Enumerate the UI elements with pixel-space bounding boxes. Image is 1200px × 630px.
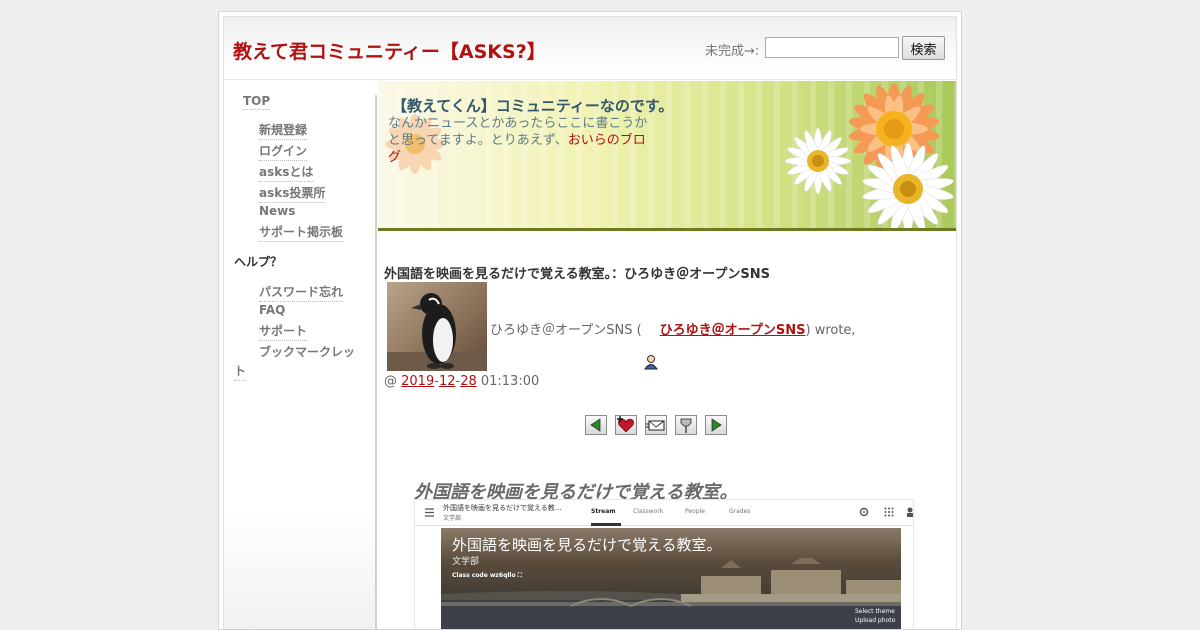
sidebar-item-about[interactable]: asksとは [259,163,314,182]
date-prefix: @ [384,374,402,389]
banner-daisy-large [862,142,954,228]
banner: 【教えてくん】コミュニティーなのです。 なんかニュースとかあったらここに書こうか… [378,81,956,231]
search-input[interactable] [765,37,899,58]
date-time: 01:13:00 [476,374,540,389]
sidebar: TOP 新規登録 ログイン asksとは asks投票所 News サポート掲示… [224,81,375,629]
penguin-image [387,293,487,371]
screenshot-upload-photo: Upload photo [855,617,896,624]
banner-text: なんかニュースとかあったらここに書こうかと思ってますよ。とりあえず、おいらのブロ… [388,115,650,166]
tell-friend-button[interactable] [645,415,667,435]
screenshot-class-title: 外国語を映画を見るだけで覚える教... [443,504,562,512]
add-memories-button[interactable] [615,415,637,435]
search-button[interactable]: 検索 [902,36,945,60]
screenshot-tab-classwork: Classwork [633,508,664,515]
main-content: 【教えてくん】コミュニティーなのです。 なんかニュースとかあったらここに書こうか… [378,81,956,629]
sidebar-item-poll[interactable]: asks投票所 [259,184,326,203]
date-year-link[interactable]: 2019 [401,374,434,389]
author-line: ひろゆき＠オープンSNS ( ひろゆき＠オープンSNS) wrote, [490,319,856,338]
heart-plus-icon [617,416,634,433]
apps-grid-icon [884,507,894,517]
post-title: 外国語を映画を見るだけで覚える教室。：ひろゆき＠オープンSNS [384,267,770,282]
screenshot-class-code: Class code wz6qllo ⛶ [452,572,522,579]
sidebar-item-login[interactable]: ログイン [259,142,308,161]
sidebar-item-support[interactable]: サポート [259,322,308,341]
envelope-icon [646,420,665,431]
screenshot-tab-people: People [685,508,705,515]
author-suffix: ) wrote, [805,323,856,338]
date-day-link[interactable]: 28 [460,374,477,389]
sidebar-item-password[interactable]: パスワード忘れ [259,283,344,302]
screenshot-banner-title: 外国語を映画を見るだけで覚える教室。 [452,536,722,554]
sidebar-item-bookmarklet[interactable]: ブックマークレッ [259,343,355,361]
arrow-left-icon [590,418,601,432]
help-heading: ヘルプ？ [234,255,283,269]
sidebar-item-top[interactable]: TOP [243,94,271,110]
sidebar-item-news[interactable]: News [259,204,295,219]
date-month-link[interactable]: 12 [439,374,456,389]
sidebar-item-faq[interactable]: FAQ [259,303,285,318]
search-label: 未完成→: [705,44,760,59]
user-icon[interactable] [643,354,659,370]
screenshot-select-theme: Select theme [855,608,895,615]
track-entry-button[interactable] [675,415,697,435]
account-icon [907,507,913,517]
chevron-down-icon: ⌄ [665,626,673,629]
site-title-link[interactable]: 教えて君コミュニティー【ASKS?】 [233,37,546,64]
arrow-right-icon [711,418,722,432]
author-avatar[interactable] [387,282,487,371]
screenshot-tab-indicator [591,523,621,526]
screenshot-banner-subtitle: 文学部 [452,557,480,567]
page-frame: 教えて君コミュニティー【ASKS?】 未完成→: 検索 TOP 新規登録 ログイ… [218,11,962,630]
banner-title: 【教えてくん】コミュニティーなのです。 [392,97,674,115]
settings-icon [859,507,869,517]
page-content: 教えて君コミュニティー【ASKS?】 未完成→: 検索 TOP 新規登録 ログイ… [223,16,957,629]
screenshot-topbar: 外国語を映画を見るだけで覚える教... 文学部 Stream Classwork… [415,500,913,526]
embedded-screenshot: 外国語を映画を見るだけで覚える教... 文学部 Stream Classwork… [414,499,914,629]
author-prefix: ひろゆき＠オープンSNS ( [490,323,642,338]
menu-icon [425,508,434,517]
sidebar-item-support-board[interactable]: サポート掲示板 [259,223,344,242]
screenshot-class-banner: 外国語を映画を見るだけで覚える教室。 文学部 Class code wz6qll… [441,528,901,629]
banner-daisy-small [784,127,852,195]
screenshot-tab-grades: Grades [729,508,751,515]
pin-icon [680,418,692,433]
paris-photo [441,558,901,629]
site-header: 教えて君コミュニティー【ASKS?】 未完成→: 検索 [224,17,956,80]
post-date: @ 2019-12-28 01:13:00 [384,374,539,389]
author-link[interactable]: ひろゆき＠オープンSNS [660,323,806,338]
sidebar-item-register[interactable]: 新規登録 [259,121,308,140]
previous-entry-button[interactable] [585,415,607,435]
screenshot-class-subtitle: 文学部 [443,515,462,522]
sidebar-item-bookmarklet-cont[interactable]: ト [234,362,247,381]
screenshot-tab-stream: Stream [591,508,616,515]
next-entry-button[interactable] [705,415,727,435]
sidebar-divider [375,95,377,629]
